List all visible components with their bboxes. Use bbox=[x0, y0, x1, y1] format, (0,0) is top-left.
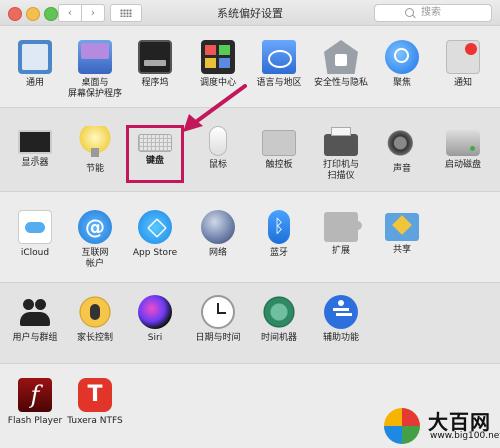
pref-spotlight[interactable]: 聚焦 bbox=[371, 40, 433, 89]
pref-label: 互联网 帐户 bbox=[81, 248, 109, 269]
pref-icloud[interactable]: iCloud bbox=[4, 210, 66, 259]
pref-language-region[interactable]: 语言与地区 bbox=[248, 40, 310, 89]
bluetooth-icon: ᛒ bbox=[268, 210, 290, 244]
pref-trackpad[interactable]: 触控板 bbox=[248, 126, 310, 171]
pref-label: 家长控制 bbox=[76, 333, 113, 343]
annotation-arrow-icon bbox=[183, 84, 247, 132]
pref-security-privacy[interactable]: 安全性与隐私 bbox=[310, 40, 372, 89]
pref-label: 聚焦 bbox=[392, 78, 411, 88]
pref-label: 日期与时间 bbox=[195, 333, 241, 343]
pref-displays[interactable]: 显示器 bbox=[4, 126, 66, 169]
pref-notifications[interactable]: 通知 bbox=[432, 40, 494, 89]
date-time-icon bbox=[201, 295, 235, 329]
tuxera-ntfs-icon: T bbox=[78, 378, 112, 412]
pref-label: 共享 bbox=[392, 245, 411, 255]
pref-label: Tuxera NTFS bbox=[67, 416, 123, 426]
pref-label: 网络 bbox=[208, 248, 227, 258]
pref-label: 时间机器 bbox=[260, 333, 297, 343]
pref-sound[interactable]: 声音 bbox=[371, 126, 433, 175]
pref-label: Siri bbox=[147, 333, 163, 343]
pref-tuxera-ntfs[interactable]: T Tuxera NTFS bbox=[64, 378, 126, 427]
pref-label: iCloud bbox=[20, 248, 50, 258]
pref-accessibility[interactable]: 辅助功能 bbox=[310, 295, 372, 344]
pref-startup-disk[interactable]: 启动磁盘 bbox=[432, 126, 494, 171]
pref-label: 安全性与隐私 bbox=[313, 78, 368, 88]
pref-app-store[interactable]: App Store bbox=[124, 210, 186, 259]
network-icon bbox=[201, 210, 235, 244]
pref-siri[interactable]: Siri bbox=[124, 295, 186, 344]
desktop-screensaver-icon bbox=[78, 40, 112, 74]
pref-energy-saver[interactable]: 节能 bbox=[64, 126, 126, 175]
general-icon bbox=[18, 40, 52, 74]
title-bar: ‹ › 系统偏好设置 搜索 bbox=[0, 0, 500, 26]
flash-player-icon: f bbox=[18, 378, 52, 412]
pref-label: 语言与地区 bbox=[256, 78, 302, 88]
sharing-icon bbox=[385, 213, 419, 241]
internet-accounts-icon: @ bbox=[78, 210, 112, 244]
pref-label: 触控板 bbox=[265, 160, 293, 170]
printers-scanners-icon bbox=[324, 127, 358, 156]
pref-flash-player[interactable]: f Flash Player bbox=[4, 378, 66, 427]
mission-control-icon bbox=[201, 40, 235, 74]
language-region-icon bbox=[262, 40, 296, 74]
security-privacy-icon bbox=[324, 40, 358, 74]
extensions-icon bbox=[324, 212, 362, 242]
startup-disk-icon bbox=[446, 130, 480, 156]
section-internet: iCloud @ 互联网 帐户 App Store 网络 ᛒ 蓝牙 扩展 共享 bbox=[0, 191, 500, 282]
users-groups-icon bbox=[18, 295, 52, 329]
pref-label: 通用 bbox=[25, 78, 44, 88]
pref-label: 启动磁盘 bbox=[444, 160, 481, 170]
spotlight-icon bbox=[385, 40, 419, 74]
pref-label: Flash Player bbox=[7, 416, 63, 426]
displays-icon bbox=[18, 130, 52, 162]
watermark-url: www.big100.net bbox=[430, 431, 500, 441]
search-field[interactable]: 搜索 bbox=[374, 4, 492, 22]
pref-sharing[interactable]: 共享 bbox=[371, 210, 433, 256]
parental-controls-icon bbox=[78, 295, 112, 329]
pref-bluetooth[interactable]: ᛒ 蓝牙 bbox=[248, 210, 310, 259]
pref-label: App Store bbox=[132, 248, 178, 258]
pref-time-machine[interactable]: 时间机器 bbox=[248, 295, 310, 344]
energy-saver-icon bbox=[78, 126, 112, 160]
pref-label: 鼠标 bbox=[208, 160, 227, 170]
pref-label: 用户与群组 bbox=[12, 333, 58, 343]
pref-label: 通知 bbox=[453, 78, 472, 88]
accessibility-icon bbox=[324, 295, 358, 329]
pref-general[interactable]: 通用 bbox=[4, 40, 66, 89]
sound-icon bbox=[385, 126, 419, 160]
siri-icon bbox=[138, 295, 172, 329]
pref-label: 蓝牙 bbox=[269, 248, 288, 258]
pref-label: 节能 bbox=[85, 164, 104, 174]
pref-label: 声音 bbox=[392, 164, 411, 174]
pref-internet-accounts[interactable]: @ 互联网 帐户 bbox=[64, 210, 126, 270]
search-icon bbox=[405, 8, 414, 17]
pref-parental-controls[interactable]: 家长控制 bbox=[64, 295, 126, 344]
pref-label: 辅助功能 bbox=[322, 333, 359, 343]
dock-icon bbox=[138, 40, 172, 74]
pref-label: 桌面与 屏幕保护程序 bbox=[67, 78, 122, 99]
notifications-icon bbox=[446, 40, 480, 74]
trackpad-icon bbox=[262, 130, 296, 156]
search-placeholder: 搜索 bbox=[421, 7, 441, 18]
app-store-icon bbox=[138, 210, 172, 244]
pref-desktop-screensaver[interactable]: 桌面与 屏幕保护程序 bbox=[64, 40, 126, 100]
pref-extensions[interactable]: 扩展 bbox=[310, 210, 372, 257]
pref-users-groups[interactable]: 用户与群组 bbox=[4, 295, 66, 344]
pref-label: 打印机与 扫描仪 bbox=[322, 160, 359, 181]
pref-label: 扩展 bbox=[331, 246, 350, 256]
pref-network[interactable]: 网络 bbox=[187, 210, 249, 259]
icloud-icon bbox=[18, 210, 52, 244]
pref-date-time[interactable]: 日期与时间 bbox=[187, 295, 249, 344]
time-machine-icon bbox=[262, 295, 296, 329]
section-system: 用户与群组 家长控制 Siri 日期与时间 时间机器 辅助功能 bbox=[0, 282, 500, 363]
pref-printers-scanners[interactable]: 打印机与 扫描仪 bbox=[310, 126, 372, 182]
